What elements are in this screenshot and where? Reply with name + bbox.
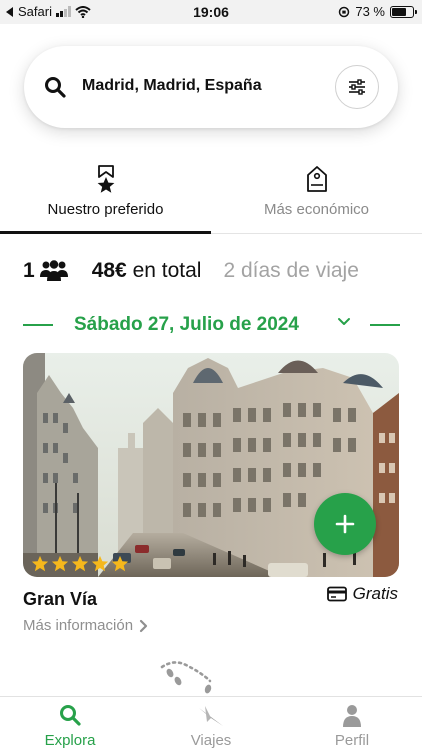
nav-explora[interactable]: Explora — [0, 697, 140, 750]
place-name[interactable]: Gran Vía — [23, 589, 97, 610]
price-label: Gratis — [352, 584, 398, 603]
footprints-icon — [160, 661, 212, 694]
total-price: 48€ en total — [92, 259, 202, 283]
chevron-right-icon — [139, 619, 148, 632]
filter-button[interactable] — [335, 65, 379, 109]
star-icon — [31, 555, 49, 572]
date-label: Sábado 27, Julio de 2024 — [74, 314, 299, 335]
price-suffix: en total — [126, 259, 202, 282]
status-bar: Safari 19:06 73 % — [0, 0, 422, 24]
sliders-icon — [349, 79, 365, 95]
add-to-trip-button[interactable] — [314, 493, 376, 555]
date-line-left — [23, 324, 53, 326]
price-tag-icon — [306, 166, 327, 192]
more-info-label: Más información — [23, 617, 134, 634]
paper-plane-icon — [199, 706, 223, 726]
nav-perfil[interactable]: Perfil — [282, 697, 422, 750]
chevron-down-icon[interactable] — [337, 317, 351, 327]
orientation-lock-icon — [339, 6, 350, 17]
tab-cheapest[interactable]: Más económico — [211, 160, 422, 236]
search-bar[interactable]: Madrid, Madrid, España — [24, 46, 398, 128]
more-info-link[interactable]: Más información — [23, 617, 148, 634]
nav-explora-label: Explora — [44, 732, 96, 749]
price-amount: 48€ — [91, 259, 127, 282]
place-price: Gratis — [326, 584, 398, 604]
tab-preferred[interactable]: Nuestro preferido — [0, 160, 211, 236]
rating-stars — [31, 555, 129, 573]
people-count: 1 — [23, 259, 35, 282]
star-icon — [71, 555, 89, 572]
battery-icon — [390, 5, 417, 18]
star-ribbon-icon — [97, 165, 114, 193]
nav-perfil-label: Perfil — [334, 732, 370, 749]
bottom-nav: Explora Viajes Perfil — [0, 696, 422, 750]
tab-preferred-label: Nuestro preferido — [47, 201, 164, 218]
tabs-divider — [211, 233, 422, 234]
search-icon — [60, 705, 81, 726]
sort-tabs: Nuestro preferido Más económico — [0, 160, 422, 236]
star-icon — [111, 555, 129, 572]
nav-viajes-label: Viajes — [190, 732, 232, 749]
date-selector[interactable]: Sábado 27, Julio de 2024 — [0, 312, 422, 338]
person-icon — [343, 705, 361, 727]
tab-active-indicator — [0, 231, 211, 234]
star-icon — [51, 555, 69, 572]
tab-cheapest-label: Más económico — [263, 201, 370, 218]
plus-icon — [335, 514, 355, 534]
nav-viajes[interactable]: Viajes — [141, 697, 281, 750]
status-right: 73 % — [338, 4, 417, 19]
star-icon — [91, 555, 109, 572]
battery-percent: 73 % — [355, 4, 385, 19]
group-icon — [39, 260, 68, 281]
search-icon — [45, 77, 66, 98]
credit-card-icon — [326, 586, 347, 602]
search-input[interactable]: Madrid, Madrid, España — [82, 77, 262, 95]
trip-duration: 2 días de viaje — [223, 259, 359, 282]
trip-summary: 1 48€ en total 2 días de viaje — [23, 256, 403, 286]
date-line-right — [370, 324, 400, 326]
